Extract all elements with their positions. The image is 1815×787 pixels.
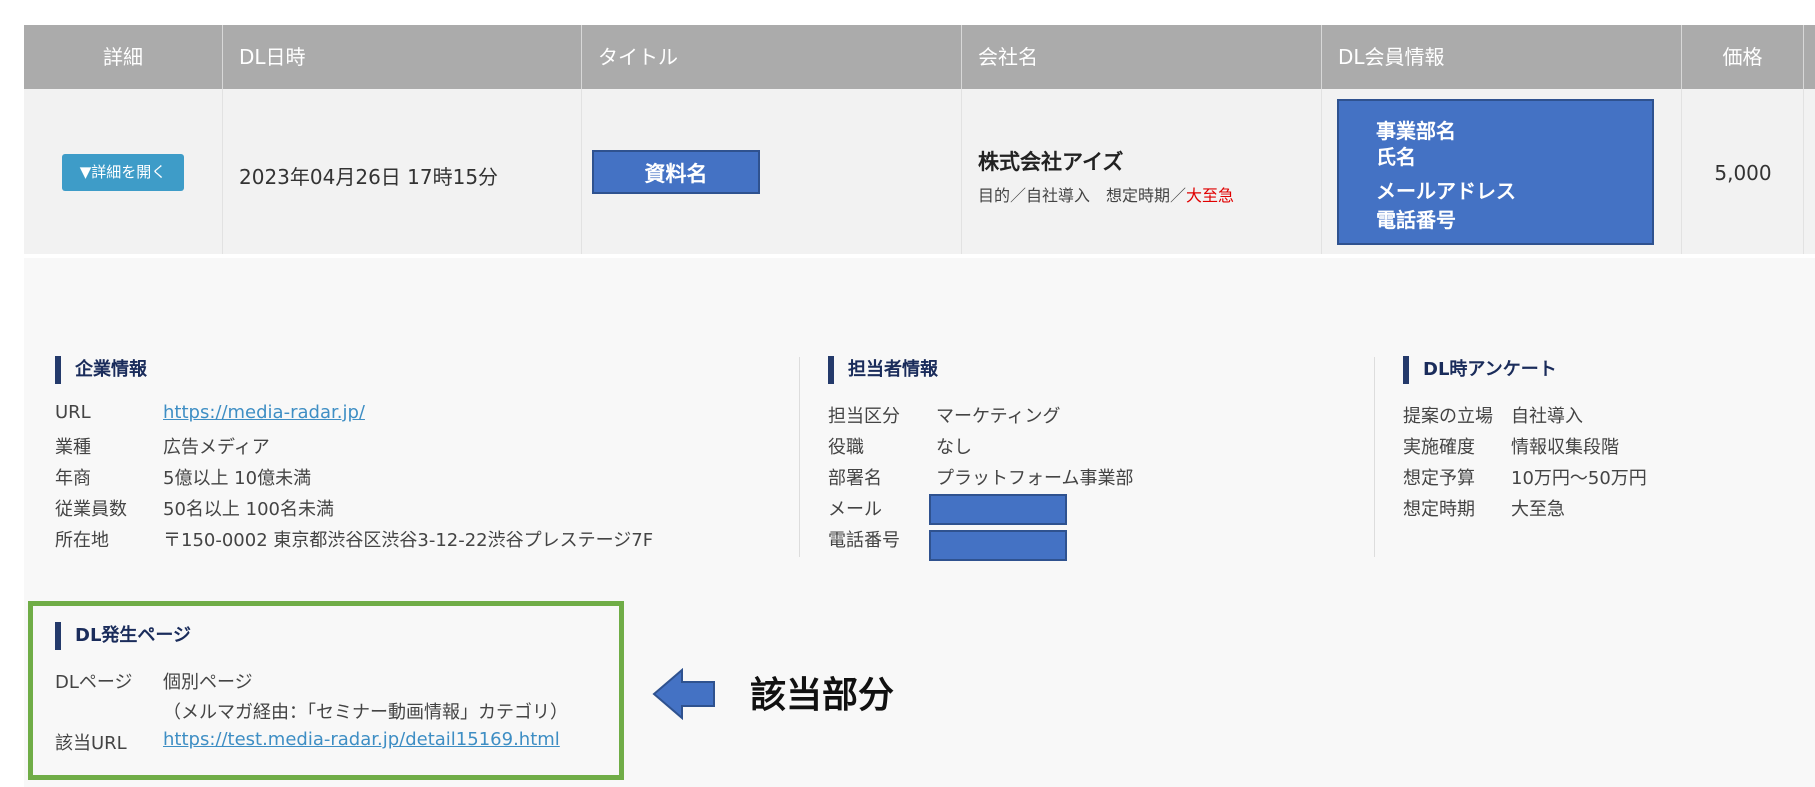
employees-value: 50名以上 100名未満 bbox=[163, 499, 334, 520]
cell-company: 株式会社アイズ 目的／自社導入 想定時期／大至急 bbox=[962, 89, 1322, 254]
member-info-box: 事業部名 氏名 メールアドレス 電話番号 bbox=[1337, 99, 1654, 245]
position-value: なし bbox=[936, 437, 972, 458]
arrow-left-icon bbox=[652, 668, 715, 720]
company-name: 株式会社アイズ bbox=[978, 150, 1124, 174]
highlight-frame bbox=[28, 601, 624, 780]
cell-title: 資料名 bbox=[582, 89, 962, 254]
budget-key: 想定予算 bbox=[1403, 468, 1475, 489]
position-key: 役職 bbox=[828, 437, 864, 458]
revenue-value: 5億以上 10億未満 bbox=[163, 468, 312, 489]
employees-key: 従業員数 bbox=[55, 499, 127, 520]
document-title-link[interactable]: 資料名 bbox=[592, 150, 760, 194]
revenue-key: 年商 bbox=[55, 468, 91, 489]
company-meta-prefix: 目的／自社導入 想定時期／ bbox=[978, 186, 1187, 205]
role-category-key: 担当区分 bbox=[828, 406, 900, 427]
header-detail: 詳細 bbox=[24, 25, 223, 89]
header-dl-datetime: DL日時 bbox=[223, 25, 582, 89]
timing-key: 想定時期 bbox=[1403, 499, 1475, 520]
member-department: 事業部名 bbox=[1376, 119, 1456, 143]
industry-key: 業種 bbox=[55, 437, 91, 458]
divider bbox=[799, 357, 800, 557]
member-name: 氏名 bbox=[1376, 145, 1416, 169]
divider bbox=[1374, 357, 1375, 557]
header-member-info: DL会員情報 bbox=[1322, 25, 1682, 89]
address-key: 所在地 bbox=[55, 530, 109, 551]
open-detail-button[interactable]: ▼詳細を開く bbox=[62, 154, 184, 191]
contact-info-title: 担当者情報 bbox=[828, 356, 938, 384]
header-title: タイトル bbox=[582, 25, 962, 89]
certainty-value: 情報収集段階 bbox=[1511, 437, 1619, 458]
phone-key: 電話番号 bbox=[828, 530, 900, 551]
email-key: メール bbox=[828, 499, 882, 520]
budget-value: 10万円〜50万円 bbox=[1511, 468, 1647, 489]
annotation-label: 該当部分 bbox=[750, 675, 895, 716]
cell-dl-datetime: 2023年04月26日 17時15分 bbox=[223, 89, 582, 254]
company-url-key: URL bbox=[55, 402, 91, 423]
table-header: 詳細 DL日時 タイトル 会社名 DL会員情報 価格 bbox=[24, 25, 1815, 89]
role-category-value: マーケティング bbox=[936, 406, 1061, 427]
certainty-key: 実施確度 bbox=[1403, 437, 1475, 458]
department-value: プラットフォーム事業部 bbox=[936, 468, 1134, 489]
timing-value: 大至急 bbox=[1511, 499, 1565, 520]
survey-title: DL時アンケート bbox=[1403, 356, 1557, 384]
proposal-stance-key: 提案の立場 bbox=[1403, 406, 1493, 427]
company-url-link[interactable]: https://media-radar.jp/ bbox=[163, 402, 365, 423]
cell-member-info: 事業部名 氏名 メールアドレス 電話番号 bbox=[1322, 89, 1682, 254]
urgent-label: 大至急 bbox=[1186, 186, 1235, 205]
cell-price: 5,000 bbox=[1682, 89, 1804, 254]
industry-value: 広告メディア bbox=[163, 437, 270, 458]
price-value: 5,000 bbox=[1714, 161, 1772, 185]
member-phone: 電話番号 bbox=[1376, 208, 1456, 232]
cell-detail: ▼詳細を開く bbox=[24, 89, 223, 254]
department-key: 部署名 bbox=[828, 468, 882, 489]
email-redacted-box bbox=[929, 494, 1067, 525]
address-value: 〒150-0002 東京都渋谷区渋谷3-12-22渋谷プレステージ7F bbox=[163, 530, 654, 551]
proposal-stance-value: 自社導入 bbox=[1511, 406, 1583, 427]
dl-datetime-text: 2023年04月26日 17時15分 bbox=[239, 165, 499, 189]
member-email: メールアドレス bbox=[1376, 179, 1516, 203]
company-meta: 目的／自社導入 想定時期／大至急 bbox=[978, 182, 1234, 206]
header-price: 価格 bbox=[1682, 25, 1804, 89]
header-company: 会社名 bbox=[962, 25, 1322, 89]
table-row: ▼詳細を開く 2023年04月26日 17時15分 資料名 株式会社アイズ 目的… bbox=[24, 89, 1815, 254]
phone-redacted-box bbox=[929, 530, 1067, 561]
company-info-title: 企業情報 bbox=[55, 356, 147, 384]
